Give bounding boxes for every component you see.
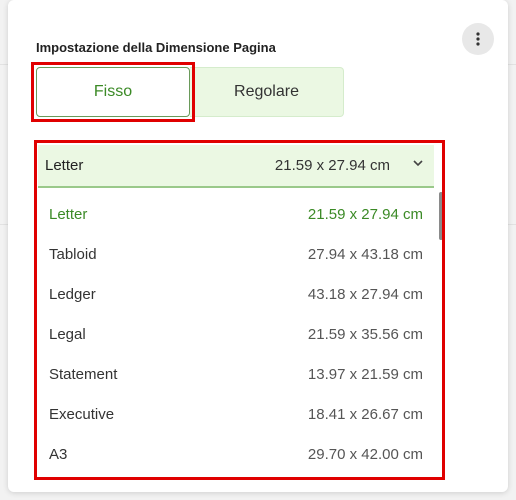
list-item[interactable]: A3 29.70 x 42.00 cm — [38, 434, 434, 474]
list-item[interactable]: Legal 21.59 x 35.56 cm — [38, 314, 434, 354]
page-size-name: Tabloid — [49, 245, 97, 263]
page-size-dimensions: 27.94 x 43.18 cm — [307, 245, 423, 263]
background-divider — [508, 64, 516, 65]
page-size-dimensions: 43.18 x 27.94 cm — [307, 285, 423, 303]
page-size-dimensions: 13.97 x 21.59 cm — [307, 365, 423, 383]
list-item[interactable]: Statement 13.97 x 21.59 cm — [38, 354, 434, 394]
page-size-name: Ledger — [49, 285, 96, 303]
list-item[interactable]: Letter 21.59 x 27.94 cm — [38, 194, 434, 234]
list-item[interactable]: Tabloid 27.94 x 43.18 cm — [38, 234, 434, 274]
page-size-dimensions: 29.70 x 42.00 cm — [307, 445, 423, 463]
fixed-size-option[interactable]: Fisso — [36, 67, 190, 117]
page-size-name: Legal — [49, 325, 86, 343]
more-options-button[interactable] — [462, 23, 494, 55]
panel-title: Impostazione della Dimensione Pagina — [36, 40, 276, 55]
background-divider — [0, 224, 8, 225]
dropdown-selected-dimensions: 21.59 x 27.94 cm — [274, 157, 390, 174]
page-size-name: A3 — [49, 445, 68, 463]
page-size-name: Statement — [49, 365, 118, 383]
page-size-name: Executive — [49, 405, 115, 423]
page-size-name: Letter — [49, 205, 88, 223]
list-scrollbar[interactable] — [439, 192, 443, 240]
page-size-dimensions: 18.41 x 26.67 cm — [307, 405, 423, 423]
page-size-list[interactable]: Letter 21.59 x 27.94 cm Tabloid 27.94 x … — [38, 192, 442, 475]
page-size-dropdown[interactable]: Letter 21.59 x 27.94 cm — [38, 145, 434, 188]
more-vertical-icon — [476, 32, 480, 46]
adjustable-size-option[interactable]: Regolare — [190, 67, 344, 117]
background-divider — [0, 64, 8, 65]
page-size-dimensions: 21.59 x 27.94 cm — [307, 205, 423, 223]
dropdown-selected-name: Letter — [45, 157, 84, 174]
background-divider — [508, 224, 516, 225]
list-item[interactable]: Ledger 43.18 x 27.94 cm — [38, 274, 434, 314]
list-item[interactable]: Executive 18.41 x 26.67 cm — [38, 394, 434, 434]
page-size-dimensions: 21.59 x 35.56 cm — [307, 325, 423, 343]
chevron-down-icon — [413, 160, 423, 167]
